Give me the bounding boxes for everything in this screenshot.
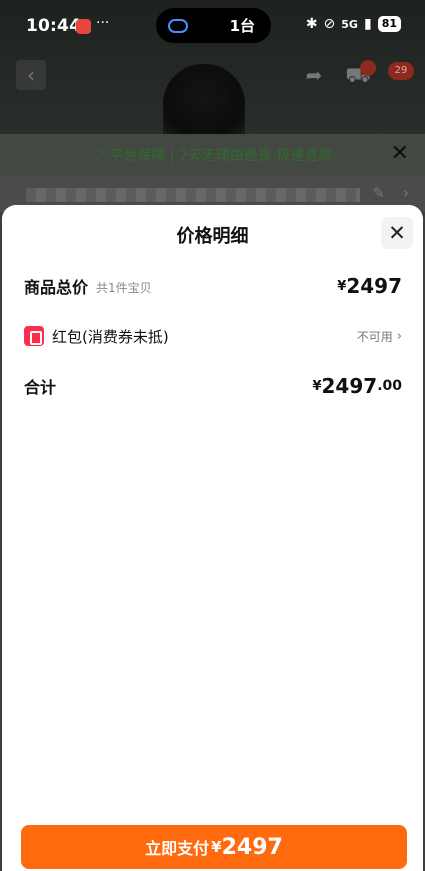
currency-symbol: ¥ [337,278,347,294]
sum-value: 2497 [321,374,378,398]
guarantee-banner: ⛉ 平台保障 | 7天无理由退货·极速退款 ✕ [0,134,425,176]
app-notification-icon [76,19,91,34]
price-detail-sheet: 价格明细 ✕ 商品总价 共1件宝贝 ¥ 2497 红包(消费券未抵) 不可用 ›… [2,205,423,871]
pay-now-label: 立即支付 [145,839,210,858]
link-icon [168,18,188,33]
coupon-label: 红包(消费券未抵) [52,327,169,346]
product-total-label: 商品总价 [24,278,89,297]
product-total-value: 2497 [346,274,402,298]
red-packet-icon [24,326,44,346]
sum-row: 合计 ¥ 2497 .00 [24,371,402,401]
hotspot-icon: ⊘ [323,16,336,32]
address-redacted [26,188,360,202]
status-indicators: ✱ ⊘ 5G ▮ 81 [306,16,401,32]
close-button[interactable]: ✕ [381,217,413,249]
chevron-right-icon: › [396,328,402,344]
battery-icon: 81 [377,16,401,32]
guarantee-text: 平台保障 | 7天无理由退货·极速退款 [109,148,333,164]
edit-icon[interactable]: ✎ [372,184,385,202]
dynamic-island: 1台 [156,8,271,43]
status-time: 10:44 [26,16,82,36]
back-icon[interactable]: ‹ [16,60,46,90]
currency-symbol: ¥ [211,838,222,856]
coupon-status: 不可用 [356,329,393,344]
shield-icon: ⛉ [92,147,104,163]
sum-decimal: .00 [377,378,402,394]
product-total-row: 商品总价 共1件宝贝 ¥ 2497 [24,271,402,301]
close-icon[interactable]: ✕ [391,142,409,166]
status-bar: 10:44 ··· 1台 ✱ ⊘ 5G ▮ 81 [0,0,425,52]
chevron-right-icon: › [403,184,409,202]
share-icon[interactable]: ➦ [298,60,330,90]
sum-label: 合计 [24,378,57,397]
signal-label: 5G [341,17,358,31]
bluetooth-icon: ✱ [305,16,318,32]
signal-bars-icon: ▮ [363,16,372,32]
pay-now-button[interactable]: 立即支付 ¥ 2497 [21,825,407,869]
island-device-count: 1台 [229,17,255,35]
pay-amount: 2497 [221,834,283,860]
cart-badge [360,60,376,76]
message-badge[interactable]: 29 [388,62,414,80]
sheet-title: 价格明细 [176,226,249,247]
item-count-label: 共1件宝贝 [96,280,152,295]
coupon-row[interactable]: 红包(消费券未抵) 不可用 › [24,321,402,351]
currency-symbol: ¥ [312,378,322,394]
more-notifications-icon: ··· [96,15,110,31]
